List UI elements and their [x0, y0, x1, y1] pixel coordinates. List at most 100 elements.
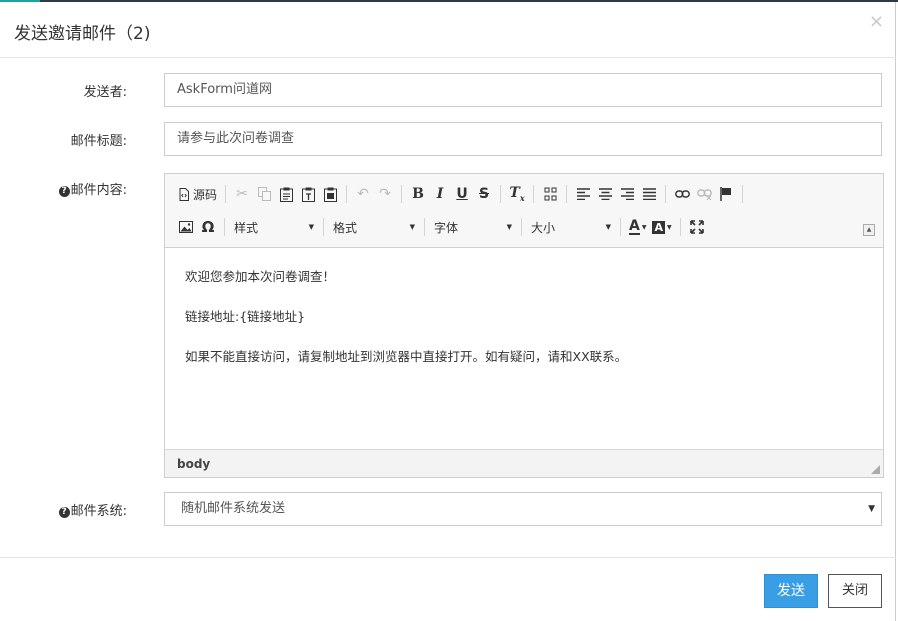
- omega-icon: Ω: [201, 218, 215, 236]
- remove-format-icon: Tx: [509, 185, 525, 203]
- styles-combo-label: 样式: [234, 220, 259, 235]
- toolbar-separator: [225, 185, 227, 203]
- help-icon[interactable]: ?: [58, 186, 70, 197]
- send-invite-dialog: 发送邀请邮件（2) × 发送者: AskForm问道网 邮件标题: 请参与此次问…: [0, 2, 896, 621]
- bg-color-button[interactable]: A ▼: [649, 215, 674, 239]
- undo-icon: ↶: [357, 186, 369, 202]
- toolbar-separator: [679, 218, 681, 236]
- paste-button[interactable]: [275, 182, 297, 206]
- rich-text-editor: 源码 ✂ ↶ ↷ B I U S Tx Ω 样式 ▼ 格式 ▼ 字体 ▼ 大小 …: [164, 173, 884, 478]
- close-icon[interactable]: ×: [869, 12, 884, 32]
- align-right-icon: [620, 188, 634, 200]
- editor-path-bar: body: [165, 449, 883, 477]
- toolbar-separator: [346, 185, 348, 203]
- content-paragraph: 如果不能直接访问，请复制地址到浏览器中直接打开。如有疑问，请和XX联系。: [185, 349, 628, 364]
- cut-icon: ✂: [236, 186, 248, 202]
- chevron-down-icon: ▼: [868, 504, 875, 514]
- copy-icon: [257, 187, 271, 201]
- toolbar-separator: [323, 218, 324, 236]
- size-combo-label: 大小: [531, 220, 556, 235]
- mail-system-select[interactable]: 随机邮件系统发送 ▼: [164, 492, 882, 526]
- font-combo[interactable]: 字体 ▼: [430, 215, 516, 239]
- toolbar-row-2: Ω 样式 ▼ 格式 ▼ 字体 ▼ 大小 ▼ A ▼ A ▼: [175, 214, 708, 240]
- text-color-button[interactable]: A ▼: [626, 215, 649, 239]
- subject-input[interactable]: 请参与此次问卷调查: [164, 122, 882, 156]
- dialog-footer: 发送 关闭: [0, 557, 896, 621]
- toolbar-separator: [665, 185, 667, 203]
- link-button[interactable]: [671, 182, 693, 206]
- toolbar-row-1: 源码 ✂ ↶ ↷ B I U S Tx: [175, 181, 748, 207]
- styles-combo[interactable]: 样式 ▼: [230, 215, 318, 239]
- size-combo[interactable]: 大小 ▼: [527, 215, 615, 239]
- format-combo[interactable]: 格式 ▼: [329, 215, 419, 239]
- mail-system-value: 随机邮件系统发送: [181, 501, 286, 516]
- help-icon[interactable]: ?: [58, 507, 70, 518]
- resize-handle-icon[interactable]: [871, 465, 880, 474]
- maximize-button[interactable]: [686, 215, 708, 239]
- copy-button[interactable]: [253, 182, 275, 206]
- chevron-down-icon: ▼: [308, 223, 314, 231]
- format-combo-label: 格式: [333, 220, 358, 235]
- redo-icon: ↷: [379, 186, 391, 202]
- content-label: ? 邮件内容:: [0, 179, 127, 198]
- send-button[interactable]: 发送: [764, 574, 818, 608]
- chevron-down-icon: ▼: [641, 223, 647, 231]
- align-center-icon: [598, 188, 612, 200]
- strike-button[interactable]: S: [473, 182, 495, 206]
- system-label: ? 邮件系统:: [0, 500, 127, 519]
- font-combo-label: 字体: [434, 220, 459, 235]
- element-path[interactable]: body: [177, 457, 210, 471]
- underline-icon: U: [456, 186, 468, 202]
- chevron-down-icon: ▼: [409, 223, 415, 231]
- bold-button[interactable]: B: [407, 182, 429, 206]
- unlink-icon: [696, 189, 712, 200]
- toolbar-separator: [742, 185, 744, 203]
- italic-icon: I: [436, 186, 444, 202]
- collapse-toolbar-button[interactable]: ▲: [863, 224, 875, 236]
- paste-text-button[interactable]: [297, 182, 319, 206]
- align-center-button[interactable]: [594, 182, 616, 206]
- anchor-flag-icon: [720, 187, 732, 201]
- chevron-down-icon: ▼: [666, 223, 672, 231]
- align-right-button[interactable]: [616, 182, 638, 206]
- chevron-down-icon: ▼: [605, 223, 611, 231]
- image-button[interactable]: [175, 215, 197, 239]
- toolbar-separator: [533, 185, 535, 203]
- source-button[interactable]: 源码: [175, 182, 220, 206]
- paste-word-icon: [323, 187, 337, 202]
- toolbar-separator: [424, 218, 425, 236]
- align-left-button[interactable]: [572, 182, 594, 206]
- undo-button[interactable]: ↶: [352, 182, 374, 206]
- maximize-icon: [689, 220, 704, 234]
- show-blocks-button[interactable]: [539, 182, 561, 206]
- sender-input[interactable]: AskForm问道网: [164, 73, 882, 107]
- special-char-button[interactable]: Ω: [197, 215, 219, 239]
- underline-button[interactable]: U: [451, 182, 473, 206]
- cut-button[interactable]: ✂: [231, 182, 253, 206]
- remove-format-button[interactable]: Tx: [506, 182, 528, 206]
- system-label-text: 邮件系统:: [70, 504, 127, 519]
- align-justify-button[interactable]: [638, 182, 660, 206]
- toolbar-separator: [521, 218, 522, 236]
- paste-icon: [279, 187, 293, 202]
- align-left-icon: [576, 188, 590, 200]
- paste-text-icon: [301, 187, 315, 202]
- content-paragraph: 链接地址:{链接地址}: [185, 309, 306, 324]
- anchor-button[interactable]: [715, 182, 737, 206]
- paste-word-button[interactable]: [319, 182, 341, 206]
- dialog-title: 发送邀请邮件（2): [14, 24, 151, 44]
- bold-icon: B: [412, 186, 424, 202]
- editor-content[interactable]: 欢迎您参加本次问卷调查！ 链接地址:{链接地址} 如果不能直接访问，请复制地址到…: [165, 248, 883, 449]
- toolbar-separator: [224, 218, 225, 236]
- unlink-button[interactable]: [693, 182, 715, 206]
- sender-label: 发送者:: [83, 85, 127, 100]
- content-paragraph: 欢迎您参加本次问卷调查！: [185, 269, 336, 284]
- toolbar-separator: [401, 185, 403, 203]
- redo-button[interactable]: ↷: [374, 182, 396, 206]
- strike-icon: S: [478, 186, 490, 202]
- toolbar-separator: [500, 185, 502, 203]
- align-justify-icon: [642, 188, 656, 200]
- close-button[interactable]: 关闭: [828, 574, 882, 608]
- italic-button[interactable]: I: [429, 182, 451, 206]
- dialog-header: 发送邀请邮件（2) ×: [0, 2, 896, 58]
